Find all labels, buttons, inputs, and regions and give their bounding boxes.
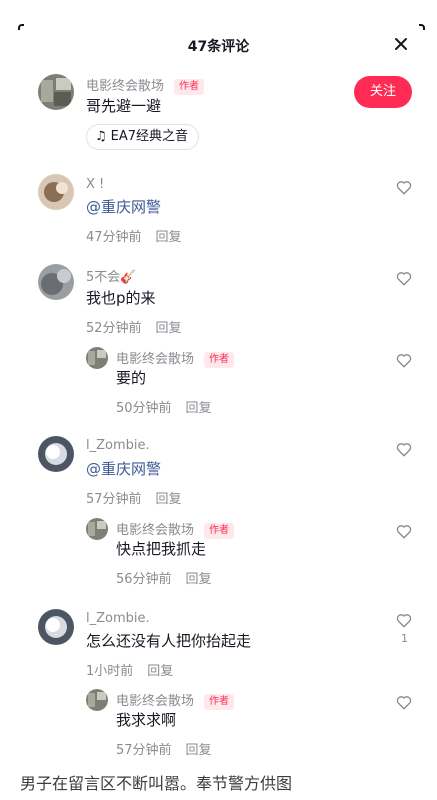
photo-caption: 男子在留言区不断叫嚣。奉节警方供图	[20, 774, 293, 793]
heart-outline-icon[interactable]	[395, 522, 413, 540]
close-icon[interactable]	[391, 34, 411, 54]
comment-meta: 47分钟前 回复	[86, 226, 182, 245]
comment-username[interactable]: 电影终会散场 作者	[116, 519, 235, 539]
author-badge: 作者	[204, 352, 235, 368]
comment-text: 要的	[116, 369, 147, 387]
like-count: 1	[401, 632, 408, 645]
reply-button[interactable]: 回复	[147, 664, 173, 679]
music-note-icon: ♫	[95, 129, 107, 144]
avatar[interactable]	[86, 518, 108, 540]
username-text: 电影终会散场	[86, 79, 165, 94]
comment-time: 50分钟前	[116, 401, 172, 416]
music-title: EA7经典之音	[110, 129, 189, 144]
comment-time: 47分钟前	[86, 230, 142, 245]
heart-outline-icon[interactable]	[395, 693, 413, 711]
avatar[interactable]	[38, 74, 74, 110]
username-text: 电影终会散场	[116, 523, 195, 538]
mention-link[interactable]: @重庆网警	[86, 196, 161, 217]
comment-username[interactable]: 电影终会散场 作者	[116, 690, 235, 710]
comment-count-title: 47条评论	[187, 39, 250, 55]
comment-time: 56分钟前	[116, 572, 172, 587]
avatar[interactable]	[38, 174, 74, 210]
comment-sheet: 47条评论 电影终会散场 作者 哥先避一避 关注 ♫ EA7经典之音 X ! @重庆…	[0, 0, 437, 766]
comment-time: 52分钟前	[86, 321, 142, 336]
username-text: 电影终会散场	[116, 352, 195, 367]
heart-outline-icon[interactable]	[395, 178, 413, 196]
comment-time: 57分钟前	[116, 743, 172, 758]
author-badge: 作者	[204, 523, 235, 539]
avatar[interactable]	[38, 264, 74, 300]
avatar[interactable]	[86, 689, 108, 711]
comment-meta: 52分钟前 回复	[86, 317, 182, 336]
mention-link[interactable]: @重庆网警	[86, 458, 161, 479]
author-badge: 作者	[204, 694, 235, 710]
comment-username[interactable]: 电影终会散场 作者	[86, 75, 205, 95]
comment-meta: 1小时前 回复	[86, 660, 173, 679]
comment-text: 怎么还没有人把你抬起走	[86, 632, 252, 650]
heart-outline-icon[interactable]	[395, 269, 413, 287]
avatar[interactable]	[38, 609, 74, 645]
reply-button[interactable]: 回复	[186, 572, 212, 587]
avatar[interactable]	[86, 347, 108, 369]
follow-button[interactable]: 关注	[354, 76, 412, 108]
heart-outline-icon[interactable]	[395, 351, 413, 369]
heart-outline-icon[interactable]	[395, 611, 413, 629]
author-badge: 作者	[174, 79, 205, 95]
music-tag[interactable]: ♫ EA7经典之音	[86, 124, 200, 150]
comment-text: 哥先避一避	[86, 97, 162, 115]
comment-meta: 57分钟前 回复	[86, 488, 182, 507]
reply-button[interactable]: 回复	[156, 492, 182, 507]
comment-meta: 50分钟前 回复	[116, 397, 212, 416]
heart-outline-icon[interactable]	[395, 440, 413, 458]
reply-button[interactable]: 回复	[156, 321, 182, 336]
avatar[interactable]	[38, 436, 74, 472]
corner-mark	[18, 24, 24, 30]
comment-username[interactable]: l_Zombie.	[86, 438, 150, 453]
comment-username[interactable]: 5不会🎸	[86, 266, 136, 285]
username-text: 电影终会散场	[116, 694, 195, 709]
comment-time: 1小时前	[86, 664, 134, 679]
comment-username[interactable]: l_Zombie.	[86, 611, 150, 626]
comment-meta: 57分钟前 回复	[116, 739, 212, 758]
comment-text: 快点把我抓走	[116, 540, 207, 558]
comment-meta: 56分钟前 回复	[116, 568, 212, 587]
reply-button[interactable]: 回复	[186, 401, 212, 416]
reply-button[interactable]: 回复	[156, 230, 182, 245]
comment-text: 我求求啊	[116, 711, 177, 729]
corner-mark	[419, 24, 425, 30]
reply-button[interactable]: 回复	[186, 743, 212, 758]
comment-username[interactable]: X !	[86, 177, 104, 192]
comment-text: 我也p的来	[86, 289, 156, 307]
comment-time: 57分钟前	[86, 492, 142, 507]
comment-username[interactable]: 电影终会散场 作者	[116, 348, 235, 368]
